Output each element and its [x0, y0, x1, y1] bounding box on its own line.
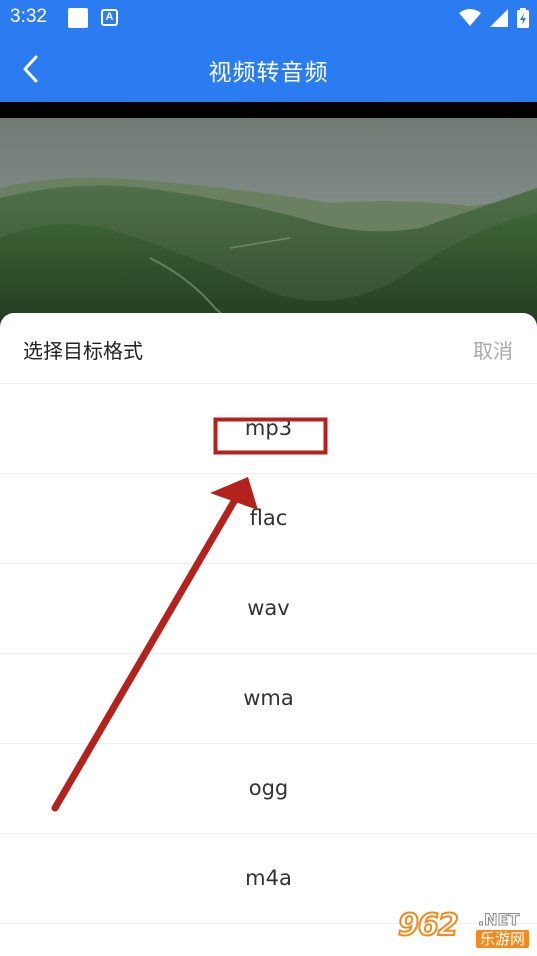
- format-picker-sheet: 选择目标格式 取消 mp3 flac wav wma ogg m4a: [0, 313, 537, 956]
- notification-square-icon: [68, 8, 88, 28]
- app-bar: 视频转音频: [0, 36, 537, 102]
- battery-icon: [517, 7, 529, 28]
- format-list: mp3 flac wav wma ogg m4a: [0, 384, 537, 924]
- watermark-subtitle: 乐游网: [476, 930, 530, 948]
- signal-icon: [489, 8, 508, 27]
- page-title: 视频转音频: [208, 60, 329, 86]
- format-option-wma[interactable]: wma: [0, 654, 537, 744]
- format-option-wav[interactable]: wav: [0, 564, 537, 654]
- landscape-image: [0, 118, 537, 333]
- site-watermark: 962 .NET 乐游网: [397, 907, 532, 950]
- system-icons: [455, 7, 529, 29]
- watermark-suffix: .NET: [477, 910, 520, 930]
- status-bar: 3:32 A: [0, 0, 537, 36]
- format-option-mp3[interactable]: mp3: [0, 384, 537, 474]
- notification-a-icon: A: [101, 9, 118, 26]
- video-letterbox: [0, 102, 537, 118]
- cancel-button[interactable]: 取消: [473, 335, 513, 364]
- status-time: 3:32: [10, 6, 47, 27]
- format-option-flac[interactable]: flac: [0, 474, 537, 564]
- watermark-number: 962: [397, 907, 460, 944]
- sheet-title: 选择目标格式: [23, 339, 143, 363]
- video-preview[interactable]: [0, 118, 537, 333]
- sheet-header: 选择目标格式 取消: [0, 313, 537, 384]
- wifi-icon: [458, 8, 481, 26]
- format-option-ogg[interactable]: ogg: [0, 744, 537, 834]
